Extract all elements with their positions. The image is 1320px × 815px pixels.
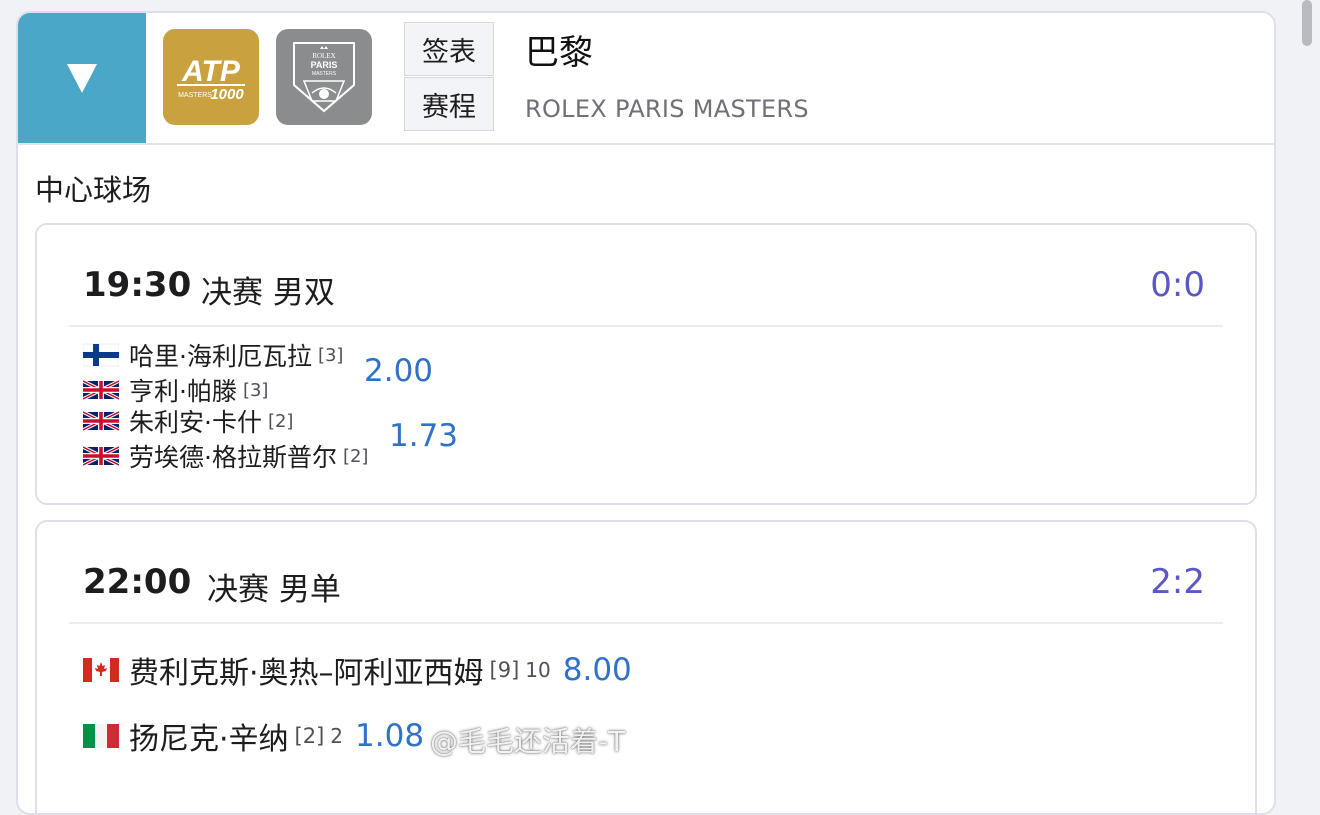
svg-text:MASTERS: MASTERS [178, 92, 212, 99]
svg-text:1000: 1000 [210, 86, 244, 103]
match-score: 2:2 [1150, 562, 1205, 602]
player-name: 朱利安·卡什 [129, 408, 262, 437]
player-seed: [2] [267, 410, 294, 432]
team-odds[interactable]: 2.00 [364, 353, 433, 389]
scrollbar[interactable] [1302, 0, 1312, 46]
draw-button[interactable]: 签表 [404, 22, 494, 76]
uk-flag-icon [83, 443, 119, 469]
player-row: 劳埃德·格拉斯普尔 [2] [83, 440, 368, 472]
schedule-button[interactable]: 赛程 [404, 77, 494, 131]
player-seed: [3] [242, 379, 269, 401]
player-row: 扬尼克·辛纳 [2] 2 1.08 [83, 716, 424, 757]
rolex-paris-masters-logo: ROLEX PARIS MASTERS [276, 29, 372, 125]
svg-text:ATP: ATP [181, 55, 241, 88]
player-seed: [3] [317, 344, 344, 366]
tournament-header: ATP MASTERS 1000 ROLEX PARIS MASTERS 签表 … [18, 13, 1274, 145]
player-set-score: 10 [525, 658, 551, 682]
match-time: 22:00 [83, 562, 192, 602]
match-round: 决赛 男单 [207, 572, 341, 608]
italy-flag-icon [83, 723, 119, 749]
match-card-doubles[interactable]: 19:30 决赛 男双 0:0 哈里·海利厄瓦拉 [3] 亨利·帕滕 [3] 2… [35, 223, 1257, 505]
canada-flag-icon [83, 657, 119, 683]
team-odds[interactable]: 1.73 [389, 418, 458, 454]
player-row: 哈里·海利厄瓦拉 [3] [83, 339, 343, 371]
tournament-subtitle: ROLEX PARIS MASTERS [525, 95, 809, 123]
uk-flag-icon [83, 408, 119, 434]
finland-flag-icon [83, 342, 119, 368]
uk-flag-icon [83, 377, 119, 403]
triangle-down-icon [67, 63, 97, 93]
player-name: 劳埃德·格拉斯普尔 [129, 443, 337, 472]
match-time: 19:30 [83, 265, 192, 305]
match-card-singles[interactable]: 22:00 决赛 男单 2:2 费利克斯·奥热–阿利亚西姆 [9] 10 8.0… [35, 520, 1257, 813]
player-seed: [9] [489, 658, 520, 682]
divider [69, 622, 1223, 624]
player-row: 费利克斯·奥热–阿利亚西姆 [9] 10 8.00 [83, 650, 632, 691]
player-name: 扬尼克·辛纳 [129, 722, 289, 757]
player-row: 朱利安·卡什 [2] [83, 405, 293, 437]
player-seed: [2] [294, 724, 325, 748]
svg-text:ROLEX: ROLEX [312, 52, 335, 60]
match-round: 决赛 男双 [201, 275, 335, 311]
collapse-button[interactable] [18, 13, 146, 143]
match-score: 0:0 [1150, 265, 1205, 305]
player-seed: [2] [342, 445, 369, 467]
svg-text:PARIS: PARIS [311, 60, 338, 70]
player-name: 费利克斯·奥热–阿利亚西姆 [129, 656, 484, 691]
svg-text:MASTERS: MASTERS [312, 71, 337, 77]
court-title: 中心球场 [35, 173, 152, 207]
tournament-name: 巴黎 [525, 33, 593, 73]
watermark-text: @毛毛还活着-T [430, 725, 626, 758]
player-name: 哈里·海利厄瓦拉 [129, 342, 312, 371]
tournament-panel: ATP MASTERS 1000 ROLEX PARIS MASTERS 签表 … [16, 11, 1276, 815]
player-odds[interactable]: 1.08 [355, 718, 424, 754]
divider [69, 325, 1223, 327]
player-set-score: 2 [330, 724, 344, 748]
atp-masters-1000-logo: ATP MASTERS 1000 [163, 29, 259, 125]
player-row: 亨利·帕滕 [3] [83, 374, 268, 406]
player-odds[interactable]: 8.00 [563, 652, 632, 688]
